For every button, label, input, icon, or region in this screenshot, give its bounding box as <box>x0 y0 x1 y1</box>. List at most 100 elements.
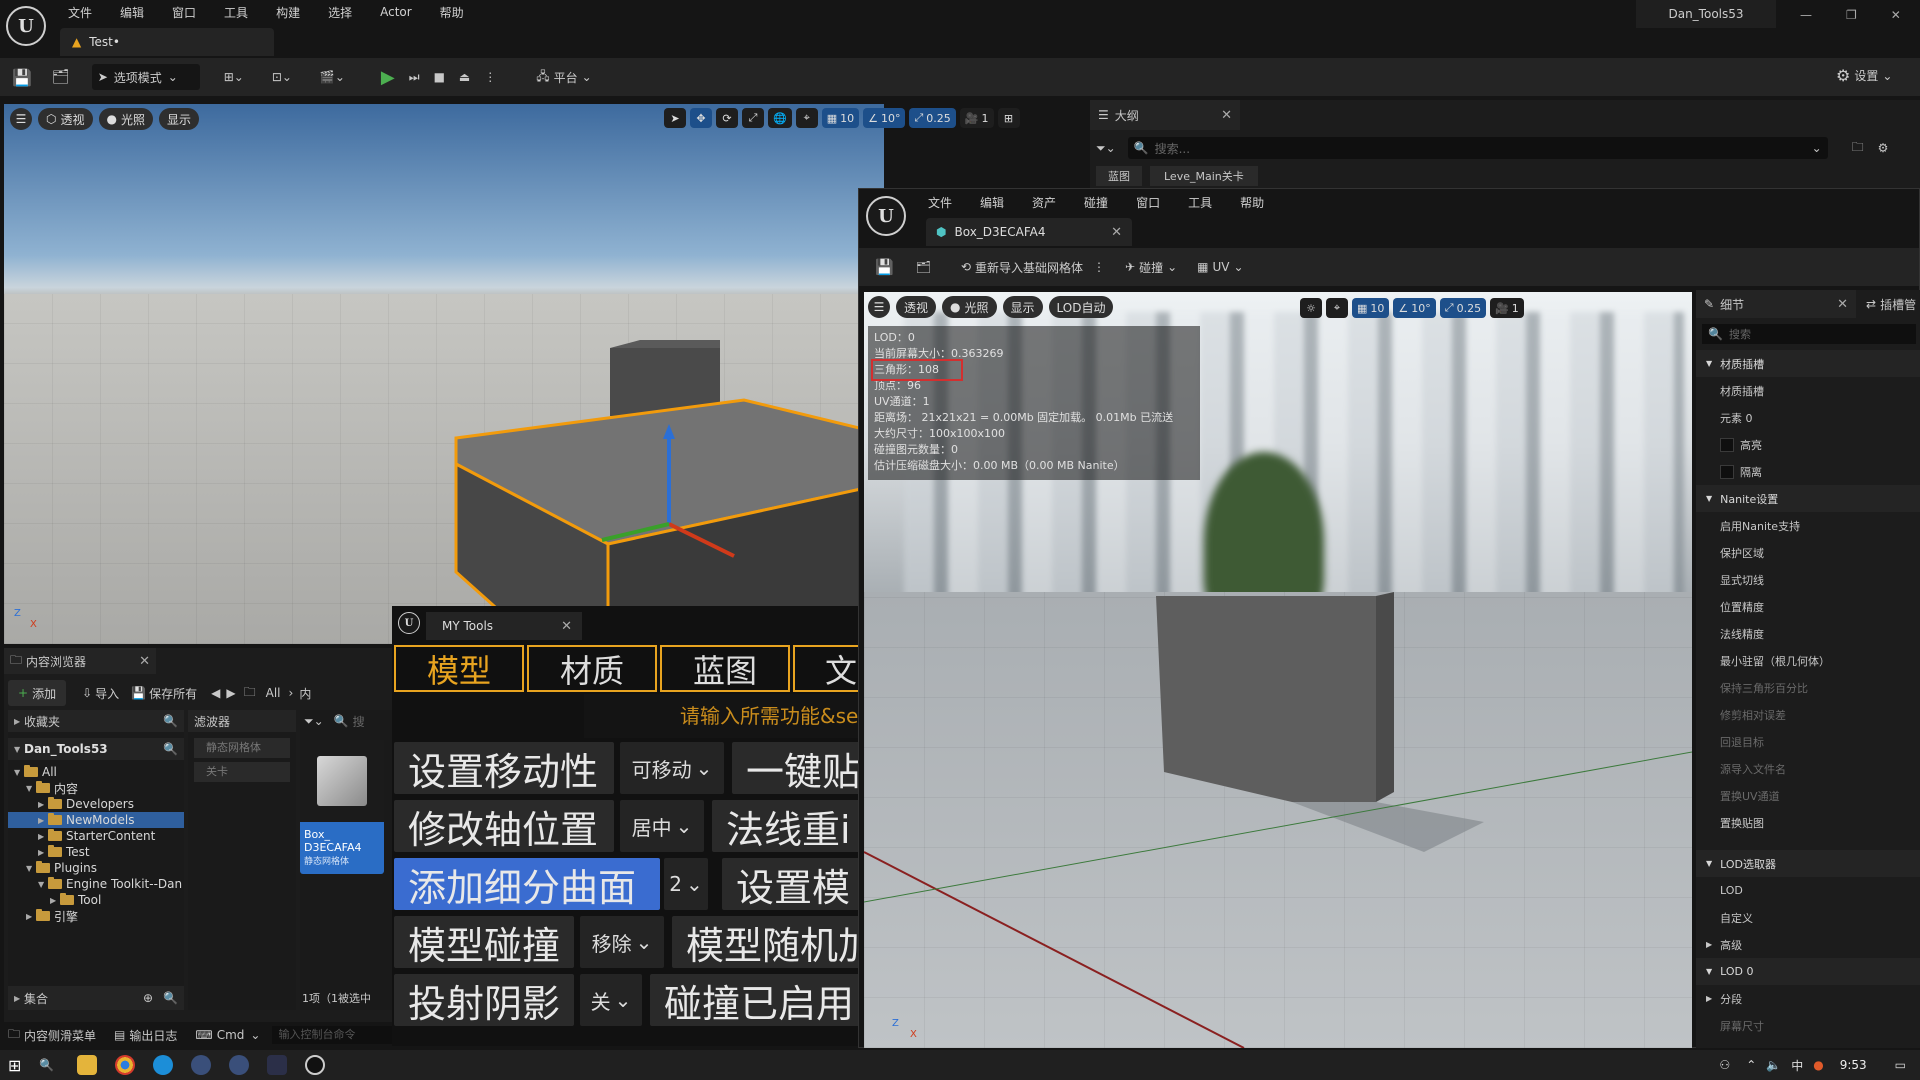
close-icon[interactable]: ✕ <box>1221 108 1232 123</box>
mobility-dropdown[interactable]: 可移动 ⌄ <box>620 742 724 794</box>
collapse-icon[interactable]: ▼ <box>14 768 24 777</box>
asset-tile[interactable]: Box_ D3ECAFA4 静态网格体 <box>300 740 384 874</box>
search-icon[interactable]: 🔍 <box>334 714 349 728</box>
details-property[interactable]: 修剪相对误差 <box>1696 701 1920 728</box>
edge-icon[interactable] <box>153 1055 174 1075</box>
outliner-search-input[interactable]: 🔍 搜索... ⌄ <box>1127 137 1828 159</box>
menu-file[interactable]: 文件 <box>68 4 92 21</box>
save-icon[interactable]: 💾 <box>12 68 32 87</box>
details-property[interactable]: 位置精度 <box>1696 593 1920 620</box>
search-icon[interactable]: 🔍 <box>163 714 178 728</box>
details-tab[interactable]: ✎ 细节 ✕ <box>1696 290 1856 318</box>
tab-blueprint[interactable]: 蓝图 <box>660 645 790 692</box>
chrome-icon[interactable] <box>115 1055 136 1075</box>
filter-icon[interactable]: ⏷⌄ <box>304 714 324 729</box>
close-icon[interactable]: ✕ <box>139 654 150 669</box>
tab-material[interactable]: 材质 <box>527 645 657 692</box>
settings-button[interactable]: ⚙ 设置 ⌄ <box>1836 66 1892 85</box>
path-all[interactable]: All <box>266 686 281 700</box>
details-property[interactable]: 屏幕尺寸 <box>1696 1012 1920 1039</box>
details-property[interactable]: 法线精度 <box>1696 620 1920 647</box>
notification-icon[interactable]: ▭ <box>1895 1058 1906 1072</box>
grid-snap-button[interactable]: ▦ 10 <box>1352 298 1390 318</box>
play-icon[interactable]: ▶ <box>381 67 395 88</box>
import-button[interactable]: ⇩ 导入 <box>76 680 125 706</box>
details-property[interactable]: 置换贴图 <box>1696 809 1920 836</box>
angle-snap-button[interactable]: ∠ 10° <box>863 108 906 128</box>
menu-select[interactable]: 选择 <box>328 4 352 21</box>
step-icon[interactable]: ⏭ <box>409 70 420 85</box>
filter-static-mesh[interactable]: 静态网格体 <box>194 738 290 758</box>
function-search-input[interactable]: 请输入所需功能&se <box>584 694 862 738</box>
file-explorer-icon[interactable] <box>77 1055 98 1075</box>
more-icon[interactable]: ⋮ <box>1093 260 1105 274</box>
sun-icon[interactable]: ☼ <box>1300 298 1322 318</box>
menu-tools[interactable]: 工具 <box>224 4 248 21</box>
level-viewport[interactable]: ZX <box>4 104 884 644</box>
menu-collision[interactable]: 碰撞 <box>1084 194 1108 211</box>
content-browser-tab[interactable]: 🗀 内容浏览器 ✕ <box>4 648 156 674</box>
menu-edit[interactable]: 编辑 <box>980 194 1004 211</box>
viewport-menu-button[interactable]: ☰ <box>10 108 32 130</box>
details-category[interactable]: ▼ Nanite设置 <box>1696 485 1920 512</box>
scale-snap-button[interactable]: ⤢ 0.25 <box>909 108 956 128</box>
favorites-section[interactable]: ▶ 收藏夹 🔍 <box>8 710 184 732</box>
set-model-button[interactable]: 设置模 <box>722 858 862 910</box>
details-property[interactable]: 保护区域 <box>1696 539 1920 566</box>
tree-item[interactable]: ▼ 内容 <box>8 780 184 796</box>
random-model-button[interactable]: 模型随机加 <box>672 916 862 968</box>
details-property[interactable]: 自定义 <box>1696 904 1920 931</box>
people-icon[interactable]: ⚇ <box>1719 1058 1730 1072</box>
expand-icon[interactable]: ▶ <box>1706 940 1712 949</box>
tray-chevron-icon[interactable]: ⌃ <box>1746 1058 1756 1072</box>
menu-window[interactable]: 窗口 <box>1136 194 1160 211</box>
gear-icon[interactable]: ⚙ <box>1878 141 1889 155</box>
ime-icon[interactable]: 中 <box>1791 1057 1803 1074</box>
viewport-menu-button[interactable]: ☰ <box>868 296 890 318</box>
subdivision-dropdown[interactable]: 2 ⌄ <box>664 858 708 910</box>
add-button[interactable]: + 添加 <box>8 680 67 706</box>
checkbox[interactable] <box>1720 437 1734 452</box>
details-property[interactable]: ▶ 高级 <box>1696 931 1920 958</box>
checkbox[interactable] <box>1720 464 1734 479</box>
collision-enabled-button[interactable]: 碰撞已启用 <box>650 974 862 1026</box>
surface-snap-icon[interactable]: ⌖ <box>1326 298 1348 318</box>
photoshop-icon[interactable] <box>267 1055 288 1075</box>
expand-icon[interactable]: ▶ <box>50 896 60 905</box>
expand-icon[interactable]: ▶ <box>38 816 48 825</box>
grid-snap-button[interactable]: ▦ 10 <box>821 108 860 128</box>
tab-text[interactable]: 文 <box>793 645 862 692</box>
perspective-button[interactable]: 透视 <box>896 296 937 318</box>
project-section[interactable]: ▼ Dan_Tools53 🔍 <box>8 738 184 760</box>
details-search-input[interactable]: 🔍 搜索 <box>1702 324 1916 344</box>
chip-blueprint[interactable]: 蓝图 <box>1096 166 1142 186</box>
lod-auto-button[interactable]: LOD自动 <box>1048 296 1114 318</box>
tab-model[interactable]: 模型 <box>394 645 524 692</box>
cmd-selector[interactable]: Cmd <box>217 1028 245 1042</box>
set-mobility-button[interactable]: 设置移动性 <box>394 742 614 794</box>
collections-section[interactable]: ▶ 集合 ⊕ 🔍 <box>8 986 184 1010</box>
close-icon[interactable]: ✕ <box>561 619 572 634</box>
chip-level[interactable]: Leve_Main关卡 <box>1150 166 1258 186</box>
eject-icon[interactable]: ⏏ <box>459 70 470 84</box>
lit-button[interactable]: ● 光照 <box>98 108 153 130</box>
collision-menu-button[interactable]: ✈ 碰撞 ⌄ <box>1119 254 1183 280</box>
search-icon[interactable]: 🔍 <box>39 1058 54 1072</box>
content-drawer-button[interactable]: 内容侧滑菜单 <box>24 1027 96 1044</box>
snap-icon[interactable]: ⊡⌄ <box>272 70 292 84</box>
level-tab[interactable]: ▲ Test• <box>60 28 274 56</box>
details-property[interactable]: 置换UV通道 <box>1696 782 1920 809</box>
perspective-button[interactable]: ⬡ 透视 <box>38 108 93 130</box>
camera-speed-button[interactable]: 🎥 1 <box>959 108 994 128</box>
lit-button[interactable]: ● 光照 <box>942 296 997 318</box>
forward-icon[interactable]: ▶ <box>226 686 235 700</box>
collapse-icon[interactable]: ▼ <box>1706 359 1712 368</box>
rotate-tool-icon[interactable]: ⟳ <box>716 108 738 128</box>
tree-item[interactable]: ▶ Test <box>8 844 184 860</box>
tree-item[interactable]: ▼ Engine Toolkit--Dan <box>8 876 184 892</box>
details-category[interactable]: ▼ 材质插槽 <box>1696 350 1920 377</box>
details-property[interactable]: ▶ 分段 <box>1696 985 1920 1012</box>
scale-snap-button[interactable]: ⤢ 0.25 <box>1439 298 1487 318</box>
details-property[interactable]: 回退目标 <box>1696 728 1920 755</box>
details-property[interactable]: 材质插槽 <box>1696 377 1920 404</box>
